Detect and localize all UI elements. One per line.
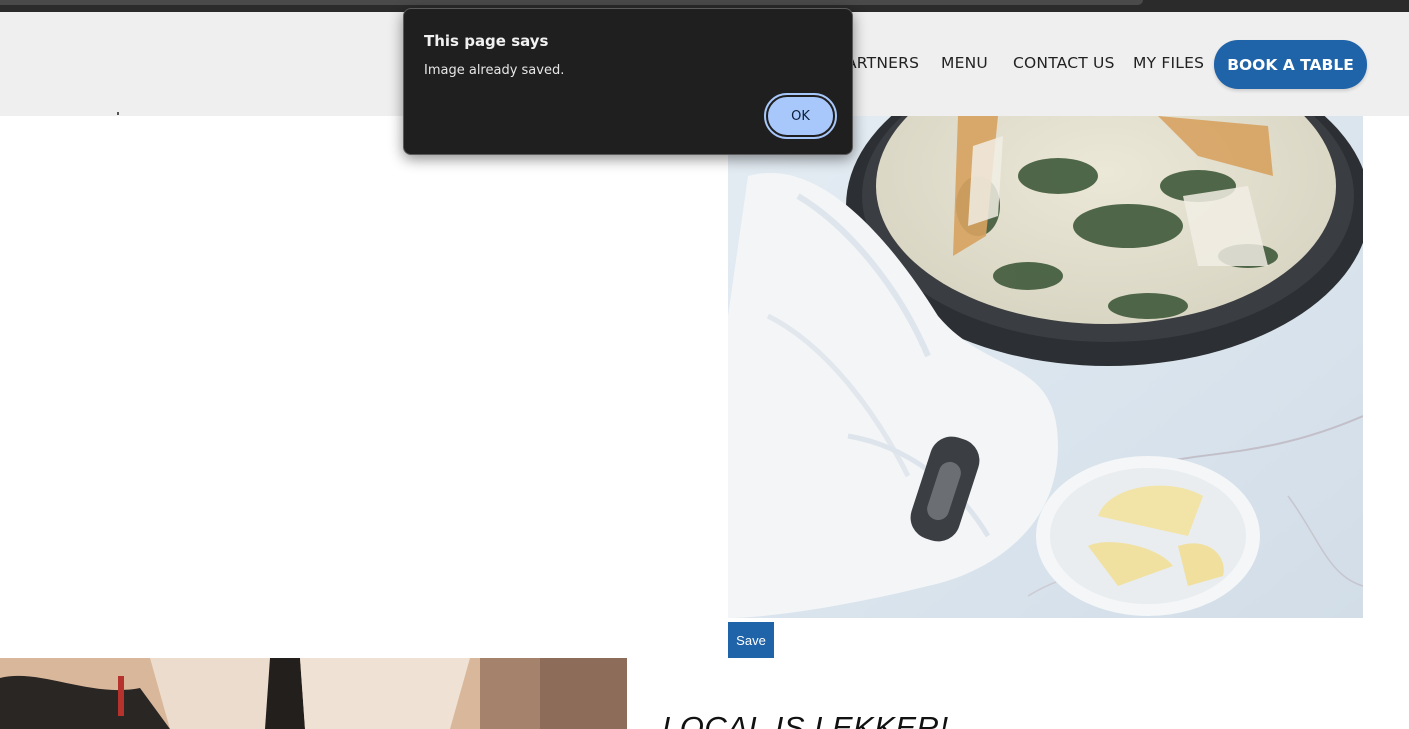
dialog-ok-button[interactable]: OK [764, 93, 837, 139]
nav-link-contact[interactable]: CONTACT US [1013, 54, 1115, 72]
dialog-message: Image already saved. [424, 63, 565, 78]
alert-dialog: This page says Image already saved. OK [403, 8, 853, 155]
save-image-button[interactable]: Save [728, 622, 774, 658]
fish-skillet-photo [728, 116, 1363, 618]
nav-link-menu[interactable]: MENU [941, 54, 988, 72]
section-heading: LOCAL IS LEKKER! [662, 710, 949, 729]
nav-link-my-files[interactable]: MY FILES [1133, 54, 1204, 72]
dialog-title: This page says [424, 32, 549, 50]
book-table-button[interactable]: BOOK A TABLE [1214, 40, 1367, 89]
chef-photo [0, 658, 627, 729]
browser-tab-edge [0, 0, 1143, 5]
nav-link-partners[interactable]: ARTNERS [846, 54, 919, 72]
text-fragment [117, 112, 119, 115]
